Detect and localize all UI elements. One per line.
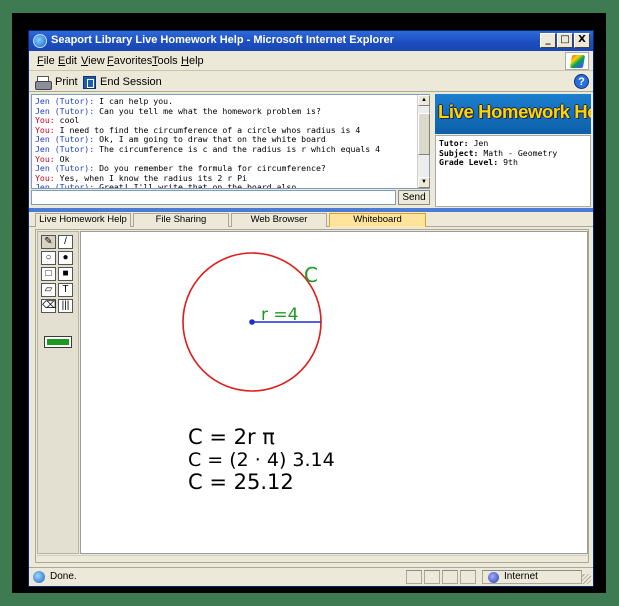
chat-transcript: Jen (Tutor): I can help you. Jen (Tutor):… bbox=[31, 94, 430, 189]
banner-logo-text: Live Homework Help bbox=[438, 101, 591, 122]
formula-line-1: C = 2r π bbox=[188, 425, 275, 449]
tab-whiteboard[interactable]: Whiteboard bbox=[329, 213, 426, 227]
internet-zone-icon bbox=[488, 572, 499, 583]
drawing-tool-panel: ✎ / ○ ● □ ■ ▱ T ⌫ ||| bbox=[37, 231, 79, 554]
print-button[interactable]: Print bbox=[35, 74, 78, 90]
circumference-label: C bbox=[304, 263, 318, 287]
chat-speaker: Jen (Tutor): bbox=[35, 143, 95, 154]
chat-text: I can help you. bbox=[94, 96, 174, 106]
scroll-down-arrow[interactable]: ▼ bbox=[418, 177, 430, 188]
status-cell bbox=[424, 570, 440, 584]
page-status-icon bbox=[33, 571, 45, 583]
zone-text: Internet bbox=[504, 571, 538, 582]
help-icon[interactable]: ? bbox=[574, 74, 589, 89]
rect-filled-tool-icon[interactable]: ■ bbox=[58, 267, 73, 281]
status-cell bbox=[406, 570, 422, 584]
status-cell bbox=[460, 570, 476, 584]
close-button[interactable]: X bbox=[574, 33, 590, 48]
toolbar: Print End Session ? bbox=[29, 72, 593, 92]
menu-bar: File Edit View Favorites Tools Help bbox=[29, 51, 593, 71]
color-picker-swatch[interactable] bbox=[44, 336, 72, 348]
chat-text: Great! I'll write that on the board also… bbox=[94, 182, 302, 189]
chat-text: cool bbox=[54, 115, 80, 126]
chat-scrollbar[interactable]: ▲ ▼ bbox=[417, 95, 430, 188]
ie-throbber-logo bbox=[565, 52, 589, 70]
chat-speaker: Jen (Tutor): bbox=[35, 182, 95, 189]
title-bar: Seaport Library Live Homework Help - Mic… bbox=[29, 31, 593, 51]
line-width-tool-icon[interactable]: ||| bbox=[58, 299, 73, 313]
chat-message: Jen (Tutor): Can you tell me what the ho… bbox=[35, 105, 426, 117]
grade-row: Grade Level: 9th bbox=[439, 157, 518, 167]
scroll-thumb[interactable] bbox=[418, 113, 430, 155]
polygon-tool-icon[interactable]: ▱ bbox=[41, 283, 56, 297]
chat-speaker: You: bbox=[35, 115, 55, 126]
menu-edit[interactable]: Edit bbox=[58, 55, 77, 67]
whiteboard-drawing: C r =4 C = 2r π C = (2 · 4) 3.14 C = 25.… bbox=[182, 252, 335, 494]
chat-message: Jen (Tutor): Great! I'll write that on t… bbox=[35, 182, 426, 189]
chat-speaker: Jen (Tutor): bbox=[35, 134, 95, 145]
pen-tool-icon[interactable]: ✎ bbox=[41, 235, 56, 249]
session-info-panel: Tutor: Jen Subject: Math - Geometry Grad… bbox=[435, 135, 591, 207]
formula-line-2: C = (2 · 4) 3.14 bbox=[188, 449, 335, 471]
chat-text: Ok bbox=[54, 153, 70, 164]
tab-bar: Live Homework Help File Sharing Web Brow… bbox=[29, 212, 593, 227]
eraser-tool-icon[interactable]: ⌫ bbox=[41, 299, 56, 313]
printer-icon bbox=[35, 75, 52, 90]
chat-speaker: You: bbox=[35, 172, 55, 183]
chat-text: Can you tell me what the homework proble… bbox=[94, 105, 321, 116]
live-homework-help-banner: Live Homework Help bbox=[435, 94, 591, 134]
chat-speaker: Jen (Tutor): bbox=[35, 163, 95, 174]
tab-web-browser[interactable]: Web Browser bbox=[231, 213, 327, 227]
chat-text: Yes, when I know the radius its 2 r Pi bbox=[54, 172, 247, 183]
menu-favorites[interactable]: Favorites bbox=[107, 55, 152, 67]
status-bar: Done. Internet bbox=[29, 567, 593, 586]
browser-window: Seaport Library Live Homework Help - Mic… bbox=[28, 30, 594, 587]
radius-label: r =4 bbox=[261, 305, 298, 325]
whiteboard-canvas[interactable]: C r =4 C = 2r π C = (2 · 4) 3.14 C = 25.… bbox=[80, 231, 588, 554]
chat-speaker: Jen (Tutor): bbox=[35, 105, 95, 116]
whiteboard-scrollbar[interactable] bbox=[37, 555, 587, 562]
send-button[interactable]: Send bbox=[398, 190, 430, 205]
maximize-button[interactable]: □ bbox=[557, 33, 573, 48]
tab-file-sharing[interactable]: File Sharing bbox=[133, 213, 229, 227]
ie-window-icon bbox=[33, 34, 47, 48]
chat-speaker: You: bbox=[35, 153, 55, 164]
chat-speaker: You: bbox=[35, 124, 55, 135]
print-label: Print bbox=[55, 76, 78, 88]
rect-outline-tool-icon[interactable]: □ bbox=[41, 267, 56, 281]
circle-center-dot bbox=[249, 319, 255, 325]
chat-message: Jen (Tutor): The circumference is c and … bbox=[35, 143, 426, 155]
status-text: Done. bbox=[50, 571, 77, 582]
chat-text: Do you remember the formula for circumfe… bbox=[94, 163, 326, 174]
menu-view[interactable]: View bbox=[81, 55, 105, 67]
text-tool-icon[interactable]: T bbox=[58, 283, 73, 297]
formula-line-3: C = 25.12 bbox=[188, 470, 294, 494]
chat-text: I need to find the circumference of a ci… bbox=[54, 124, 361, 135]
minimize-button[interactable]: _ bbox=[540, 33, 556, 48]
line-tool-icon[interactable]: / bbox=[58, 235, 73, 249]
end-session-label: End Session bbox=[100, 76, 162, 88]
end-session-button[interactable]: End Session bbox=[83, 74, 162, 90]
chat-text: The circumference is c and the radius is… bbox=[94, 143, 381, 154]
window-controls: _ □ X bbox=[540, 33, 590, 48]
end-session-icon bbox=[83, 75, 96, 89]
status-cell bbox=[442, 570, 458, 584]
window-title: Seaport Library Live Homework Help - Mic… bbox=[51, 34, 394, 46]
menu-help[interactable]: Help bbox=[181, 55, 204, 67]
menu-file[interactable]: File bbox=[37, 55, 55, 67]
resize-grip-icon[interactable] bbox=[581, 574, 591, 584]
chat-text: Ok, I am going to draw that on the white… bbox=[94, 134, 326, 145]
menu-tools[interactable]: Tools bbox=[152, 55, 178, 67]
circle-outline-tool-icon[interactable]: ○ bbox=[41, 251, 56, 265]
tab-live-homework-help[interactable]: Live Homework Help bbox=[35, 213, 131, 227]
scroll-up-arrow[interactable]: ▲ bbox=[418, 95, 430, 106]
circle-filled-tool-icon[interactable]: ● bbox=[58, 251, 73, 265]
chat-speaker: Jen (Tutor): bbox=[35, 96, 95, 106]
chat-message-input[interactable] bbox=[31, 190, 396, 205]
